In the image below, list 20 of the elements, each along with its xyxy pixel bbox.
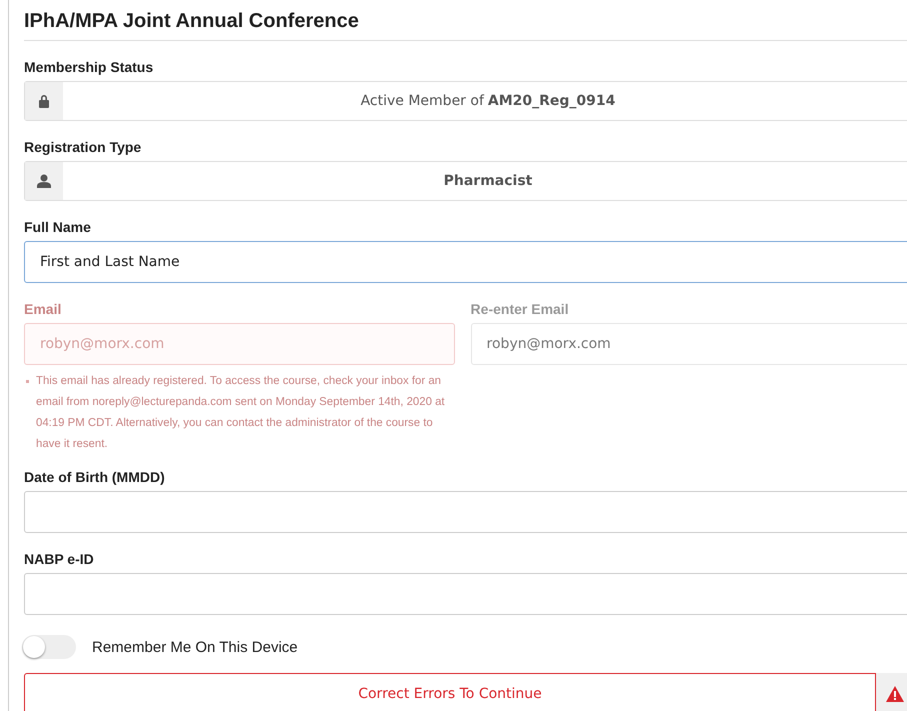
form-title: IPhA/MPA Joint Annual Conference bbox=[24, 10, 360, 34]
field-label: Registration Type bbox=[24, 139, 142, 155]
date-of-birth-field[interactable] bbox=[24, 491, 907, 533]
toggle-label: Remember Me On This Device bbox=[92, 638, 298, 656]
warning-icon bbox=[886, 686, 904, 702]
lock-icon bbox=[38, 94, 50, 108]
registration-type-field: Pharmacist bbox=[24, 161, 907, 201]
submit-button[interactable]: Correct Errors To Continue bbox=[24, 673, 876, 711]
field-label: Email bbox=[24, 301, 62, 317]
field-label: Date of Birth (MMDD) bbox=[24, 469, 166, 485]
field-label: Full Name bbox=[24, 219, 92, 235]
person-icon bbox=[37, 174, 51, 188]
field-label: Re-enter Email bbox=[470, 301, 570, 317]
membership-status-field: Active Member of AM20_Reg_0914 bbox=[24, 81, 907, 121]
nabp-id-field[interactable] bbox=[24, 573, 907, 615]
toggle-switch[interactable] bbox=[22, 635, 76, 659]
full-name-field[interactable]: First and Last Name bbox=[24, 241, 907, 283]
field-label: Membership Status bbox=[24, 59, 154, 75]
field-label: NABP e-ID bbox=[24, 551, 95, 567]
error-message: This email has already registered. To access the course, check your inbox for an email from noreply@lecturepanda.com sent on Monday September 14th, 2020 at 04:19 PM CDT. Alternatively, you can contact the administrator of the course to have it resent. bbox=[24, 371, 455, 455]
